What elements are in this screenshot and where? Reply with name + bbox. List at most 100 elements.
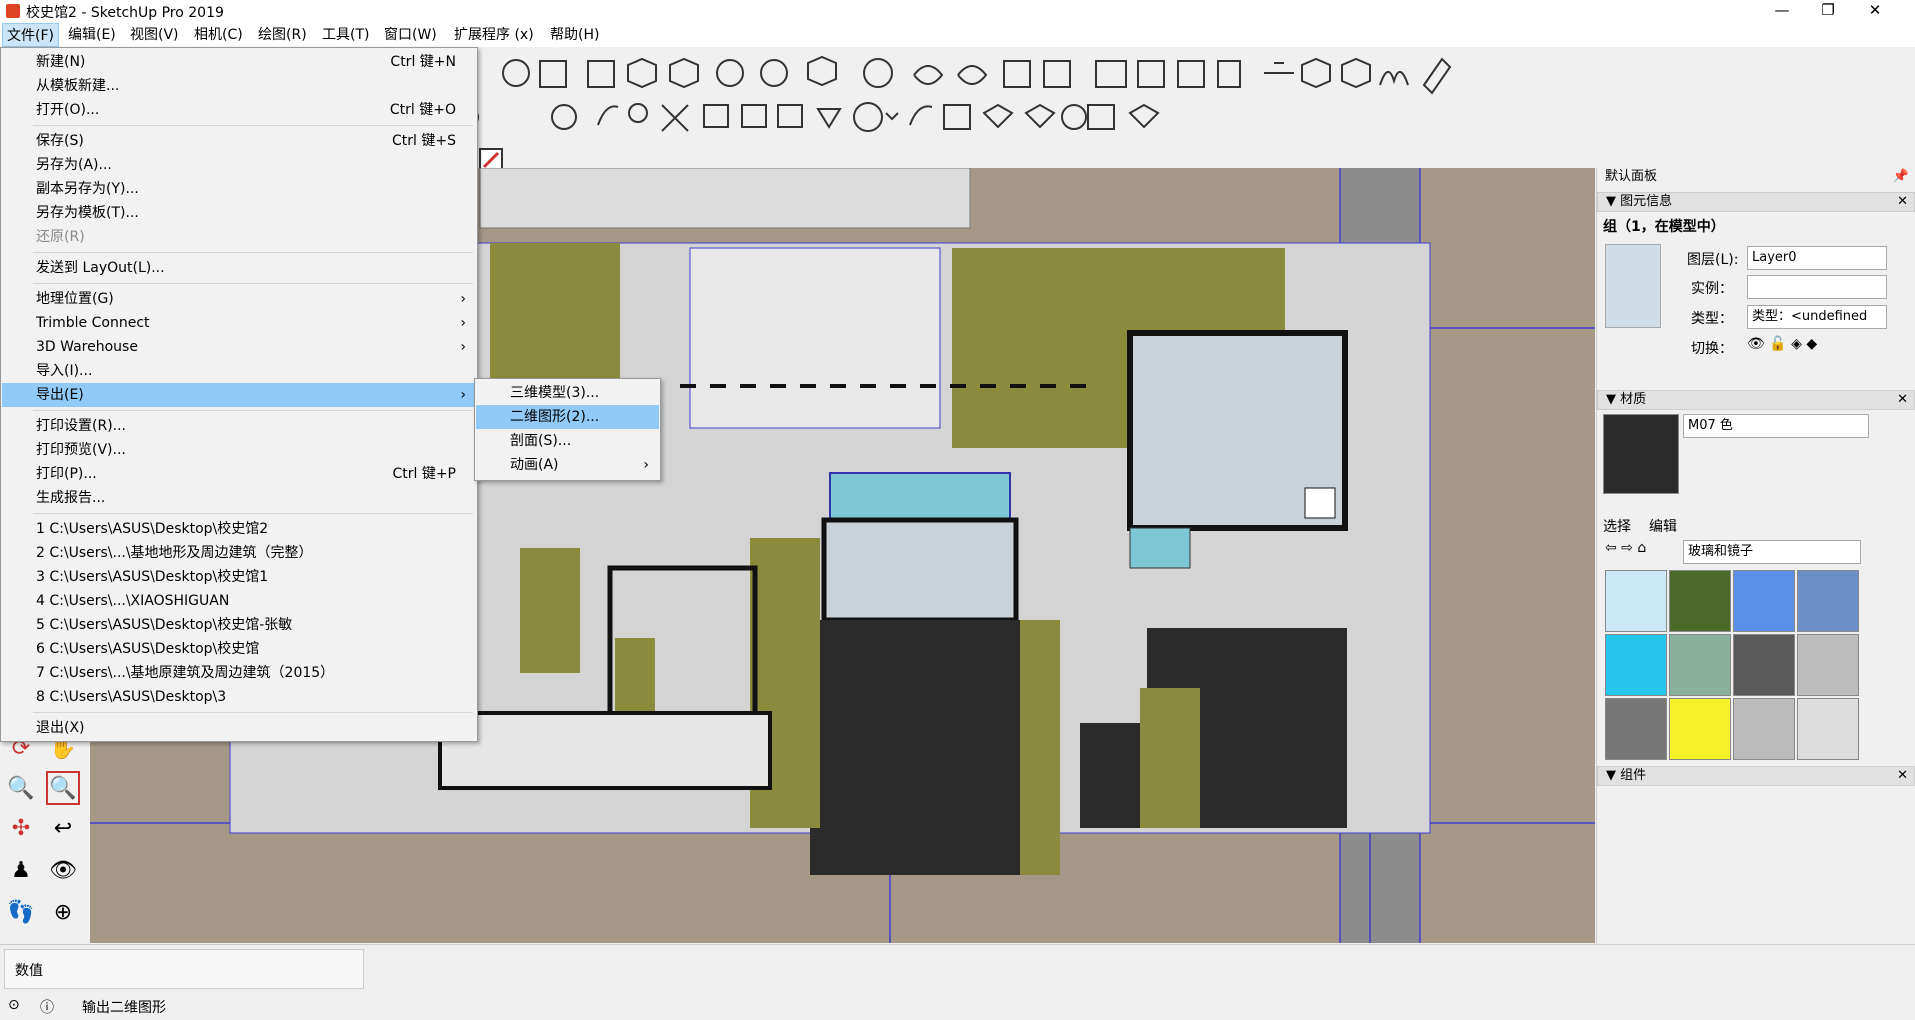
previous-view-tool-icon[interactable]: ↩	[46, 811, 80, 845]
shortcut-label: Ctrl 键+P	[392, 466, 456, 482]
tab-edit[interactable]: 编辑	[1649, 516, 1677, 536]
pin-icon[interactable]: 📌	[1893, 168, 1909, 186]
menu-item-new[interactable]: 新建(N) Ctrl 键+N	[2, 50, 476, 74]
menu-item-save-copy-as[interactable]: 副本另存为(Y)...	[2, 177, 476, 201]
menu-item-trimble-connect[interactable]: Trimble Connect ›	[2, 311, 476, 335]
menu-view[interactable]: 视图(V)	[126, 23, 183, 47]
menu-file[interactable]: 文件(F)	[2, 23, 59, 47]
material-swatch[interactable]	[1733, 698, 1795, 760]
close-panel-icon[interactable]: ✕	[1897, 767, 1908, 785]
nav-back-forward-home-icons[interactable]: ⇦ ⇨ ⌂	[1605, 540, 1646, 556]
walk-tool-icon[interactable]: 👣	[4, 895, 38, 929]
component-icon	[807, 55, 837, 87]
menu-separator	[33, 712, 473, 713]
material-swatch[interactable]	[1669, 570, 1731, 632]
material-swatch[interactable]	[1669, 634, 1731, 696]
material-swatch[interactable]	[1605, 698, 1667, 760]
title-bar: 校史馆2 - SketchUp Pro 2019 — ❐ ✕	[0, 0, 1915, 23]
location-icon	[1128, 103, 1160, 129]
close-panel-icon[interactable]: ✕	[1897, 391, 1908, 409]
minimize-button[interactable]: —	[1759, 0, 1805, 23]
menu-item-save-as[interactable]: 另存为(A)...	[2, 153, 476, 177]
menu-item-import[interactable]: 导入(I)...	[2, 359, 476, 383]
position-camera-tool-icon[interactable]: ♟	[4, 853, 38, 887]
material-swatch[interactable]	[1605, 570, 1667, 632]
menu-window[interactable]: 窗口(W)	[380, 23, 441, 47]
tab-select[interactable]: 选择	[1603, 516, 1631, 536]
menu-item-save[interactable]: 保存(S) Ctrl 键+S	[2, 129, 476, 153]
menu-camera[interactable]: 相机(C)	[190, 23, 247, 47]
export-submenu: 三维模型(3)... 二维图形(2)... 剖面(S)... 动画(A) ›	[474, 378, 661, 481]
info-icon[interactable]: ⓘ	[40, 997, 54, 1017]
submenu-item-section[interactable]: 剖面(S)...	[476, 429, 659, 453]
recent-file-item[interactable]: 8 C:\Users\ASUS\Desktop\3	[2, 685, 476, 709]
components-title: 组件	[1620, 768, 1647, 783]
material-swatch[interactable]	[1733, 634, 1795, 696]
menu-item-export[interactable]: 导出(E) ›	[2, 383, 476, 407]
menu-edit[interactable]: 编辑(E)	[64, 23, 120, 47]
toolbar-icons	[478, 55, 1452, 132]
chevron-right-icon: ›	[460, 315, 466, 331]
components-header[interactable]: ▼ 组件 ✕	[1597, 766, 1915, 786]
menu-item-revert: 还原(R)	[36, 229, 85, 245]
hidden-line-icon	[716, 59, 744, 87]
menu-item-save-as-template[interactable]: 另存为模板(T)...	[2, 201, 476, 225]
menu-extensions[interactable]: 扩展程序 (x)	[450, 23, 538, 47]
frame-icon	[1095, 60, 1127, 88]
menu-item-open[interactable]: 打开(O)... Ctrl 键+O	[2, 98, 476, 122]
toggles-label: 切换：	[1691, 341, 1733, 357]
material-swatch[interactable]	[1605, 634, 1667, 696]
material-swatch[interactable]	[1669, 698, 1731, 760]
zoom-window-tool-icon[interactable]: 🔍	[46, 771, 80, 805]
back-edges-icon	[627, 57, 657, 89]
recent-file-item[interactable]: 6 C:\Users\ASUS\Desktop\校史馆	[2, 637, 476, 661]
submenu-item-animation[interactable]: 动画(A) ›	[476, 453, 659, 477]
submenu-item-3d-model[interactable]: 三维模型(3)...	[476, 381, 659, 405]
menu-help[interactable]: 帮助(H)	[546, 23, 603, 47]
entity-summary: 组（1，在模型中）	[1603, 219, 1725, 235]
entity-info-header[interactable]: ▼ 图元信息 ✕	[1597, 192, 1915, 212]
menu-item-new-from-template[interactable]: 从模板新建...	[2, 74, 476, 98]
material-swatch[interactable]	[1733, 570, 1795, 632]
menu-item-print-preview[interactable]: 打印预览(V)...	[2, 438, 476, 462]
menu-item-print[interactable]: 打印(P)... Ctrl 键+P	[2, 462, 476, 486]
menu-item-label: 地理位置(G)	[36, 291, 114, 307]
layer-select[interactable]: Layer0	[1747, 246, 1887, 270]
measurements-box[interactable]: 数值	[4, 949, 364, 989]
material-swatch[interactable]	[1797, 570, 1859, 632]
menu-item-label: 保存(S)	[36, 133, 84, 149]
instance-field[interactable]	[1747, 275, 1887, 299]
section-plane-tool-icon[interactable]: ⊕	[46, 895, 80, 929]
recent-file-item[interactable]: 4 C:\Users\...\XIAOSHIGUAN	[2, 589, 476, 613]
look-around-tool-icon[interactable]: 👁	[46, 853, 80, 887]
recent-file-item[interactable]: 1 C:\Users\ASUS\Desktop\校史馆2	[2, 517, 476, 541]
materials-header[interactable]: ▼ 材质 ✕	[1597, 390, 1915, 410]
menu-draw[interactable]: 绘图(R)	[254, 23, 311, 47]
zoom-extents-tool-icon[interactable]: ✣	[4, 811, 38, 845]
close-button[interactable]: ✕	[1852, 0, 1898, 23]
geo-location-icon[interactable]: ⊙	[8, 997, 20, 1013]
material-swatch[interactable]	[1797, 698, 1859, 760]
recent-file-item[interactable]: 2 C:\Users\...\基地地形及周边建筑（完整）	[2, 541, 476, 565]
recent-file-item[interactable]: 5 C:\Users\ASUS\Desktop\校史馆-张敏	[2, 613, 476, 637]
close-panel-icon[interactable]: ✕	[1897, 193, 1908, 211]
material-library-select[interactable]: 玻璃和镜子	[1683, 540, 1861, 564]
menu-item-geo-location[interactable]: 地理位置(G) ›	[2, 287, 476, 311]
material-name-field[interactable]: M07 色	[1683, 414, 1869, 438]
ruby-console-icon	[703, 104, 729, 128]
chevron-down-icon	[885, 112, 899, 121]
menu-item-generate-report[interactable]: 生成报告...	[2, 486, 476, 510]
menu-item-print-setup[interactable]: 打印设置(R)...	[2, 414, 476, 438]
recent-file-item[interactable]: 3 C:\Users\ASUS\Desktop\校史馆1	[2, 565, 476, 589]
menu-tools[interactable]: 工具(T)	[318, 23, 373, 47]
recent-file-item[interactable]: 7 C:\Users\...\基地原建筑及周边建筑（2015）	[2, 661, 476, 685]
material-swatch[interactable]	[1797, 634, 1859, 696]
type-select[interactable]: 类型：<undefined	[1747, 305, 1887, 329]
toggle-icons[interactable]: 👁 🔓 ◈ ◆	[1747, 336, 1817, 352]
menu-item-exit[interactable]: 退出(X)	[2, 716, 476, 740]
maximize-button[interactable]: ❐	[1805, 0, 1851, 23]
zoom-tool-icon[interactable]: 🔍	[4, 771, 38, 805]
menu-item-3d-warehouse[interactable]: 3D Warehouse ›	[2, 335, 476, 359]
submenu-item-2d-graphic[interactable]: 二维图形(2)...	[476, 405, 659, 429]
menu-item-send-to-layout[interactable]: 发送到 LayOut(L)...	[2, 256, 476, 280]
